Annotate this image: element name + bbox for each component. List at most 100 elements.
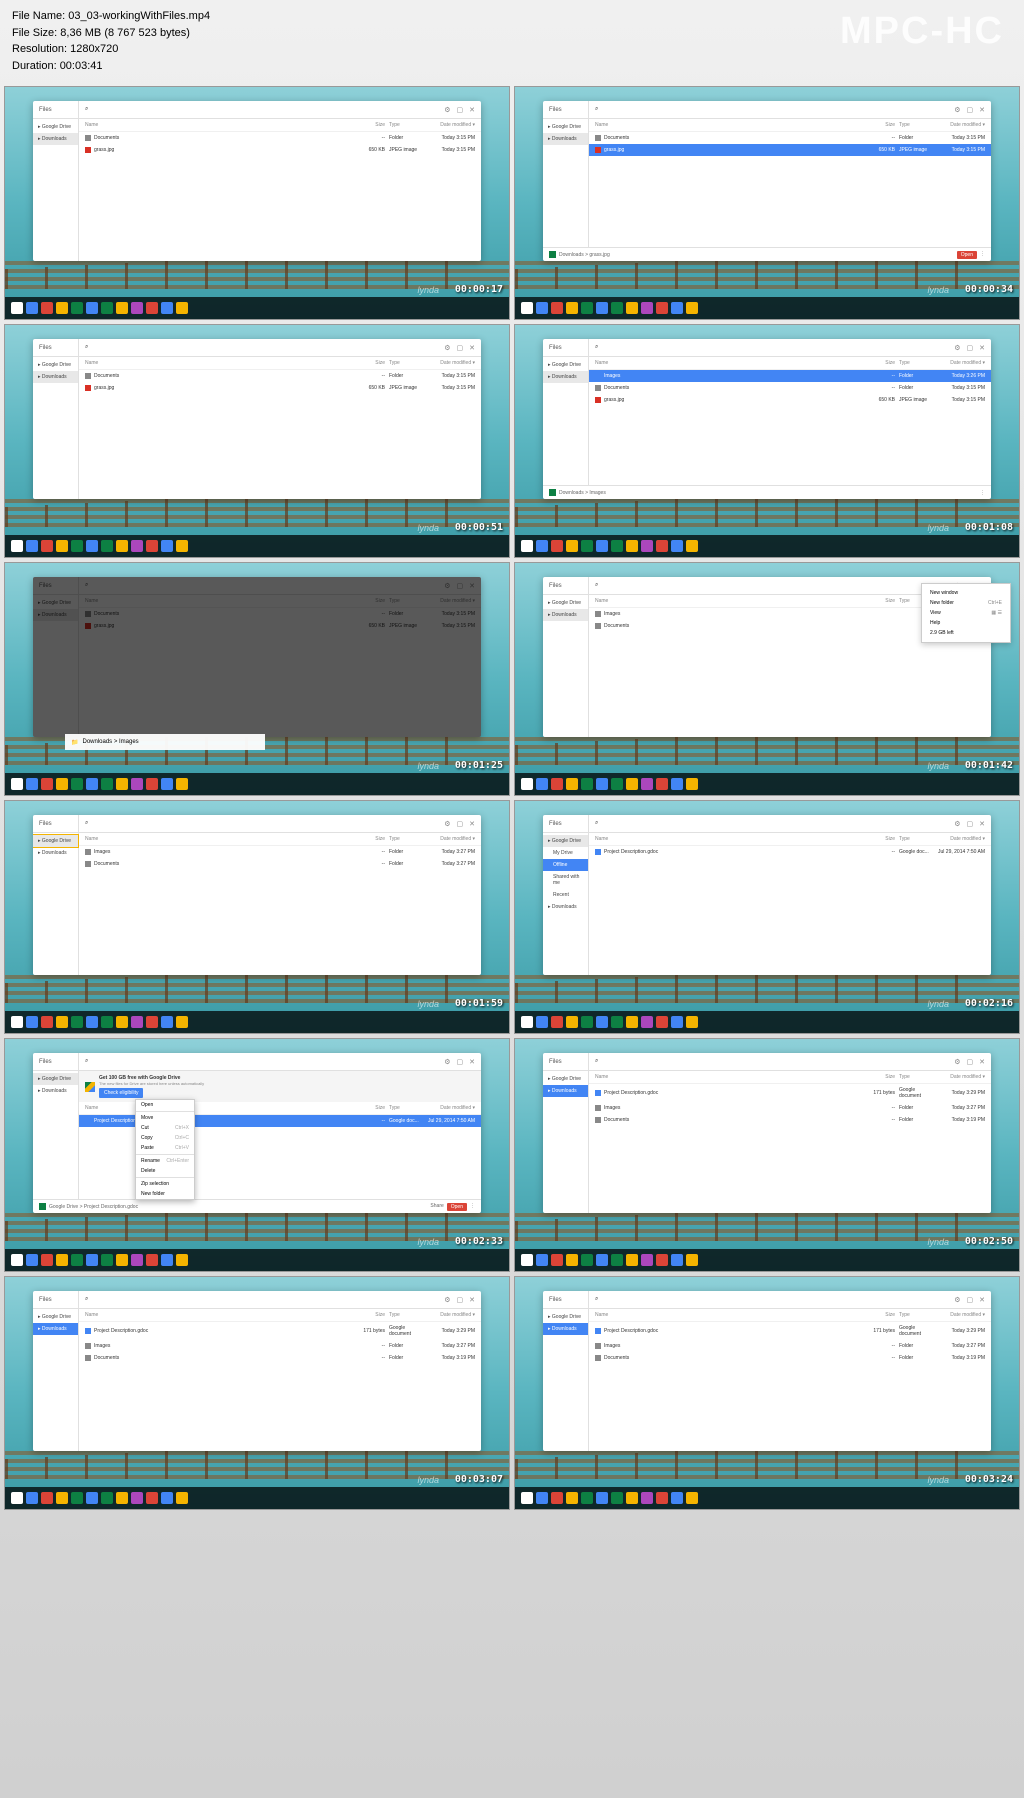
shelf-app-icon[interactable] — [656, 540, 668, 552]
shelf-app-icon[interactable] — [131, 1016, 143, 1028]
sidebar-downloads[interactable]: ▸ Downloads — [543, 133, 588, 145]
column-headers[interactable]: NameSizeTypeDate modified ▾ — [589, 1071, 991, 1084]
context-menu-item[interactable]: Zip selection — [136, 1179, 194, 1189]
shelf-app-icon[interactable] — [41, 1254, 53, 1266]
shelf-app-icon[interactable] — [101, 1016, 113, 1028]
shelf-app-icon[interactable] — [596, 1254, 608, 1266]
shelf-app-icon[interactable] — [176, 1016, 188, 1028]
sidebar-downloads[interactable]: ▸ Downloads — [543, 1085, 588, 1097]
shelf-app-icon[interactable] — [146, 778, 158, 790]
shelf-app-icon[interactable] — [671, 302, 683, 314]
shelf-app-icon[interactable] — [551, 778, 563, 790]
column-headers[interactable]: NameSizeTypeDate modified ▾ — [589, 119, 991, 132]
context-menu-item[interactable]: Move — [136, 1113, 194, 1123]
gear-icon[interactable]: ⚙ — [954, 344, 960, 352]
files-window[interactable]: Files ⌕ ⚙▢✕ ▸ Google Drive▸ Downloads Na… — [33, 815, 481, 975]
shelf-app-icon[interactable] — [596, 540, 608, 552]
sidebar-sub-item[interactable]: My Drive — [543, 847, 588, 859]
gear-icon[interactable]: ⚙ — [954, 1296, 960, 1304]
shelf-app-icon[interactable] — [581, 1016, 593, 1028]
shelf-app-icon[interactable] — [26, 1016, 38, 1028]
context-menu[interactable]: OpenMoveCutCtrl+XCopyCtrl+CPasteCtrl+VRe… — [135, 1099, 195, 1200]
minimize-icon[interactable]: ▢ — [967, 1058, 974, 1066]
chromeos-shelf[interactable] — [515, 297, 1019, 319]
file-row[interactable]: Documents--FolderToday 3:19 PM — [589, 1352, 991, 1364]
file-row[interactable]: grass.jpg650 KBJPEG imageToday 3:15 PM — [79, 620, 481, 632]
shelf-app-icon[interactable] — [26, 540, 38, 552]
column-headers[interactable]: NameSizeTypeDate modified ▾ — [589, 833, 991, 846]
sidebar-google-drive[interactable]: ▸ Google Drive — [543, 359, 588, 371]
chromeos-shelf[interactable] — [515, 535, 1019, 557]
shelf-app-icon[interactable] — [56, 540, 68, 552]
minimize-icon[interactable]: ▢ — [457, 344, 464, 352]
shelf-app-icon[interactable] — [581, 1492, 593, 1504]
more-icon[interactable]: ⋮ — [980, 251, 985, 259]
shelf-app-icon[interactable] — [71, 302, 83, 314]
sidebar-google-drive[interactable]: ▸ Google Drive — [33, 597, 78, 609]
shelf-app-icon[interactable] — [656, 1492, 668, 1504]
shelf-app-icon[interactable] — [41, 778, 53, 790]
shelf-app-icon[interactable] — [521, 1492, 533, 1504]
shelf-app-icon[interactable] — [161, 302, 173, 314]
shelf-app-icon[interactable] — [521, 302, 533, 314]
minimize-icon[interactable]: ▢ — [967, 1296, 974, 1304]
close-icon[interactable]: ✕ — [469, 820, 475, 828]
gear-icon[interactable]: ⚙ — [954, 1058, 960, 1066]
shelf-app-icon[interactable] — [626, 778, 638, 790]
shelf-app-icon[interactable] — [56, 1016, 68, 1028]
shelf-app-icon[interactable] — [176, 778, 188, 790]
file-row[interactable]: Documents--FolderToday 3:19 PM — [589, 1114, 991, 1126]
gear-icon[interactable]: ⚙ — [444, 1296, 450, 1304]
column-headers[interactable]: NameSizeTypeDate modified ▾ — [589, 1309, 991, 1322]
shelf-app-icon[interactable] — [581, 778, 593, 790]
files-window[interactable]: Files ⌕ ⚙▢✕ ▸ Google DriveMy DriveOfflin… — [543, 815, 991, 975]
search-bar[interactable]: ⌕ — [589, 106, 948, 113]
shelf-app-icon[interactable] — [161, 1254, 173, 1266]
shelf-app-icon[interactable] — [41, 302, 53, 314]
shelf-app-icon[interactable] — [161, 778, 173, 790]
column-headers[interactable]: NameSizeTypeDate modified ▾ — [79, 1309, 481, 1322]
shelf-app-icon[interactable] — [131, 1492, 143, 1504]
search-bar[interactable]: ⌕ — [79, 1296, 438, 1303]
file-row[interactable]: Documents--FolderToday 3:15 PM — [79, 132, 481, 144]
shelf-app-icon[interactable] — [656, 778, 668, 790]
shelf-app-icon[interactable] — [41, 540, 53, 552]
shelf-app-icon[interactable] — [11, 540, 23, 552]
file-row[interactable]: Images--FolderToday 3:27 PM — [589, 1102, 991, 1114]
context-menu-item[interactable]: RenameCtrl+Enter — [136, 1156, 194, 1166]
shelf-app-icon[interactable] — [581, 302, 593, 314]
chromeos-shelf[interactable] — [5, 1487, 509, 1509]
chromeos-shelf[interactable] — [5, 535, 509, 557]
column-headers[interactable]: NameSizeTypeDate modified ▾ — [79, 595, 481, 608]
shelf-app-icon[interactable] — [611, 1254, 623, 1266]
minimize-icon[interactable]: ▢ — [457, 820, 464, 828]
shelf-app-icon[interactable] — [101, 302, 113, 314]
minimize-icon[interactable]: ▢ — [967, 820, 974, 828]
file-row[interactable]: Documents--FolderToday 3:15 PM — [79, 370, 481, 382]
shelf-app-icon[interactable] — [86, 1016, 98, 1028]
popup-item[interactable]: View▦ ☰ — [926, 608, 1006, 618]
chromeos-shelf[interactable] — [5, 773, 509, 795]
shelf-app-icon[interactable] — [116, 778, 128, 790]
shelf-app-icon[interactable] — [26, 778, 38, 790]
more-icon[interactable]: ⋮ — [980, 490, 985, 496]
sidebar-downloads[interactable]: ▸ Downloads — [33, 847, 78, 859]
shelf-app-icon[interactable] — [146, 1492, 158, 1504]
sidebar-sub-item[interactable]: Shared with me — [543, 871, 588, 889]
check-eligibility-button[interactable]: Check eligibility — [99, 1088, 143, 1098]
shelf-app-icon[interactable] — [56, 302, 68, 314]
shelf-app-icon[interactable] — [146, 1254, 158, 1266]
shelf-app-icon[interactable] — [671, 1492, 683, 1504]
file-row[interactable]: Images--FolderToday 3:27 PM — [79, 846, 481, 858]
gear-icon[interactable]: ⚙ — [444, 582, 450, 590]
close-icon[interactable]: ✕ — [979, 820, 985, 828]
file-row[interactable]: Images--FolderToday 3:26 PM — [589, 370, 991, 382]
sidebar-downloads[interactable]: ▸ Downloads — [33, 609, 78, 621]
shelf-app-icon[interactable] — [686, 540, 698, 552]
shelf-app-icon[interactable] — [536, 778, 548, 790]
share-button[interactable]: Share — [430, 1203, 443, 1211]
shelf-app-icon[interactable] — [176, 1492, 188, 1504]
shelf-app-icon[interactable] — [626, 1492, 638, 1504]
shelf-app-icon[interactable] — [641, 302, 653, 314]
shelf-app-icon[interactable] — [71, 540, 83, 552]
